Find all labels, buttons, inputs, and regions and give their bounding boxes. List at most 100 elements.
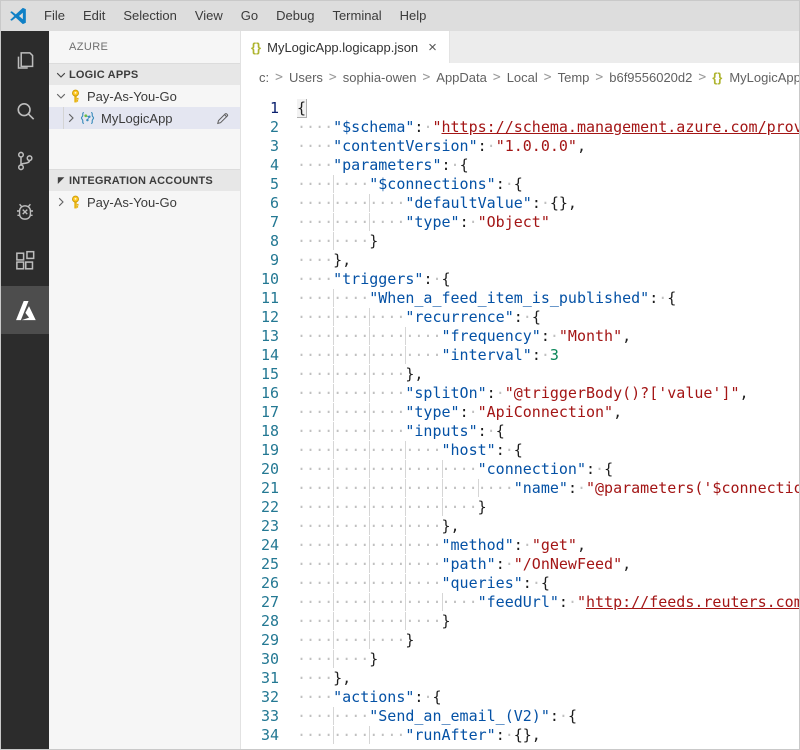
line-number: 26 — [241, 574, 279, 593]
breadcrumb: c:>Users>sophia-owen>AppData>Local>Temp>… — [241, 63, 799, 91]
chevron-right-icon: > — [591, 70, 607, 85]
line-number: 11 — [241, 289, 279, 308]
code-line-13[interactable]: ················"frequency":·"Month", — [297, 327, 799, 346]
activity-explorer-button[interactable] — [1, 36, 49, 86]
close-icon[interactable]: × — [428, 40, 437, 55]
debug-icon — [12, 198, 38, 224]
code-line-22[interactable]: ····················} — [297, 498, 799, 517]
code-line-15[interactable]: ············}, — [297, 365, 799, 384]
menu-go[interactable]: Go — [232, 8, 267, 23]
line-number: 25 — [241, 555, 279, 574]
code-line-16[interactable]: ············"splitOn":·"@triggerBody()?[… — [297, 384, 799, 403]
section-header-logic-apps[interactable]: LOGIC APPS — [49, 63, 240, 85]
edit-icon[interactable] — [215, 111, 230, 126]
menu-terminal[interactable]: Terminal — [323, 8, 390, 23]
title-bar: FileEditSelectionViewGoDebugTerminalHelp — [1, 1, 799, 31]
tree-item-pay-as-you-go[interactable]: Pay-As-You-Go — [49, 85, 240, 107]
line-number: 15 — [241, 365, 279, 384]
chevron-right-icon: > — [694, 70, 710, 85]
menu-edit[interactable]: Edit — [74, 8, 114, 23]
line-number: 22 — [241, 498, 279, 517]
code-line-14[interactable]: ················"interval":·3 — [297, 346, 799, 365]
breadcrumb-item-c[interactable]: c: — [257, 70, 271, 85]
breadcrumb-item-temp[interactable]: Temp — [556, 70, 592, 85]
activity-search-button[interactable] — [1, 86, 49, 136]
line-number: 24 — [241, 536, 279, 555]
breadcrumb-item-b6f9556020d2[interactable]: b6f9556020d2 — [607, 70, 694, 85]
code-line-20[interactable]: ····················"connection":·{ — [297, 460, 799, 479]
breadcrumb-item-users[interactable]: Users — [287, 70, 325, 85]
line-number: 34 — [241, 726, 279, 745]
menu-help[interactable]: Help — [391, 8, 436, 23]
code-line-19[interactable]: ················"host":·{ — [297, 441, 799, 460]
menu-view[interactable]: View — [186, 8, 232, 23]
code-line-24[interactable]: ················"method":·"get", — [297, 536, 799, 555]
tree-item-label: Pay-As-You-Go — [87, 195, 177, 210]
code-line-2[interactable]: ····"$schema":·"https://schema.managemen… — [297, 118, 799, 137]
activity-azure-button[interactable] — [1, 286, 49, 334]
code-line-25[interactable]: ················"path":·"/OnNewFeed", — [297, 555, 799, 574]
code-line-11[interactable]: ········"When_a_feed_item_is_published":… — [297, 289, 799, 308]
code-editor[interactable]: 1234567891011121314151617181920212223242… — [241, 91, 799, 749]
code-line-29[interactable]: ············} — [297, 631, 799, 650]
line-number: 32 — [241, 688, 279, 707]
code-line-28[interactable]: ················} — [297, 612, 799, 631]
menu-selection[interactable]: Selection — [114, 8, 185, 23]
code-line-17[interactable]: ············"type":·"ApiConnection", — [297, 403, 799, 422]
breadcrumb-item-local[interactable]: Local — [505, 70, 540, 85]
code-line-32[interactable]: ····"actions":·{ — [297, 688, 799, 707]
chevron-down-icon[interactable] — [53, 88, 69, 104]
vscode-window: FileEditSelectionViewGoDebugTerminalHelp… — [0, 0, 800, 750]
menu-file[interactable]: File — [35, 8, 74, 23]
code-line-9[interactable]: ····}, — [297, 251, 799, 270]
code-line-21[interactable]: ························"name":·"@parame… — [297, 479, 799, 498]
code-line-34[interactable]: ············"runAfter":·{}, — [297, 726, 799, 745]
tree-item-label: MyLogicApp — [101, 111, 173, 126]
activity-extensions-button[interactable] — [1, 236, 49, 286]
code-line-6[interactable]: ············"defaultValue":·{}, — [297, 194, 799, 213]
code-line-23[interactable]: ················}, — [297, 517, 799, 536]
code-line-33[interactable]: ········"Send_an_email_(V2)":·{ — [297, 707, 799, 726]
section-header-integration-accounts[interactable]: INTEGRATION ACCOUNTS — [49, 169, 240, 191]
chevron-right-icon[interactable] — [53, 194, 69, 210]
activity-source-control-button[interactable] — [1, 136, 49, 186]
code-line-18[interactable]: ············"inputs":·{ — [297, 422, 799, 441]
code-line-31[interactable]: ····}, — [297, 669, 799, 688]
json-file-icon: {} — [712, 70, 722, 85]
code-line-5[interactable]: ········"$connections":·{ — [297, 175, 799, 194]
line-number: 14 — [241, 346, 279, 365]
code-content[interactable]: {····"$schema":·"https://schema.manageme… — [297, 99, 799, 749]
line-number: 12 — [241, 308, 279, 327]
code-line-3[interactable]: ····"contentVersion":·"1.0.0.0", — [297, 137, 799, 156]
code-line-30[interactable]: ········} — [297, 650, 799, 669]
breadcrumb-item-appdata[interactable]: AppData — [434, 70, 489, 85]
extensions-icon — [12, 248, 38, 274]
menu-debug[interactable]: Debug — [267, 8, 323, 23]
code-line-8[interactable]: ········} — [297, 232, 799, 251]
breadcrumb-item-mylogicapp[interactable]: MyLogicApp — [727, 70, 799, 85]
tree-item-pay-as-you-go[interactable]: Pay-As-You-Go — [49, 191, 240, 213]
line-number: 4 — [241, 156, 279, 175]
code-line-10[interactable]: ····"triggers":·{ — [297, 270, 799, 289]
line-number: 9 — [241, 251, 279, 270]
chevron-right-icon[interactable] — [63, 110, 79, 126]
line-number: 5 — [241, 175, 279, 194]
line-number: 6 — [241, 194, 279, 213]
breadcrumb-item-sophia-owen[interactable]: sophia-owen — [341, 70, 419, 85]
code-line-7[interactable]: ············"type":·"Object" — [297, 213, 799, 232]
code-line-1[interactable]: { — [297, 99, 799, 118]
line-number: 30 — [241, 650, 279, 669]
line-number: 17 — [241, 403, 279, 422]
code-line-26[interactable]: ················"queries":·{ — [297, 574, 799, 593]
section-label: LOGIC APPS — [69, 69, 138, 81]
chevron-right-icon: > — [271, 70, 287, 85]
tree-item-label: Pay-As-You-Go — [87, 89, 177, 104]
azure-icon — [12, 297, 39, 324]
tab-mylogicapp-logicapp-json[interactable]: {} MyLogicApp.logicapp.json × — [241, 31, 450, 63]
code-line-27[interactable]: ····················"feedUrl":·"http://f… — [297, 593, 799, 612]
code-line-4[interactable]: ····"parameters":·{ — [297, 156, 799, 175]
code-line-12[interactable]: ············"recurrence":·{ — [297, 308, 799, 327]
line-number: 16 — [241, 384, 279, 403]
activity-debug-button[interactable] — [1, 186, 49, 236]
tree-item-mylogicapp[interactable]: MyLogicApp — [49, 107, 240, 129]
